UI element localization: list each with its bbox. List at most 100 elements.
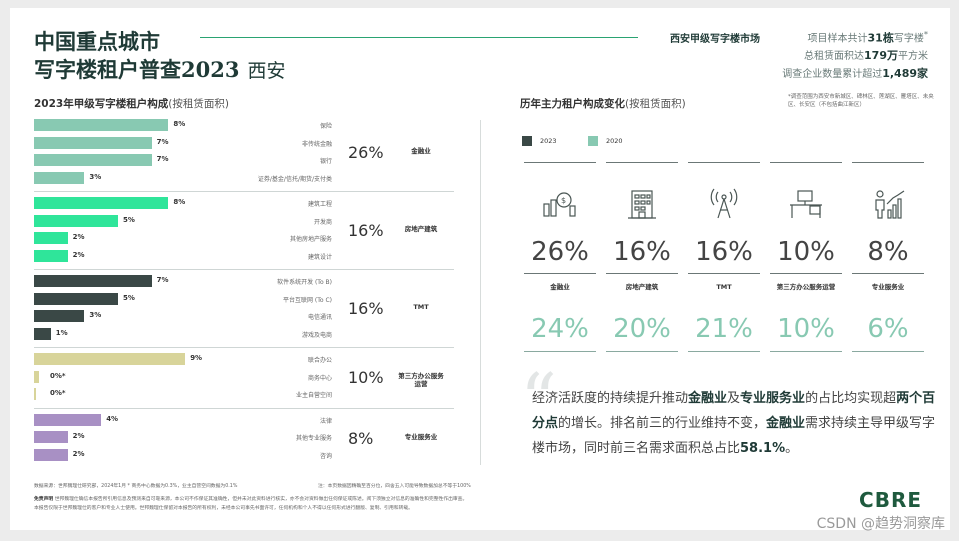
column-rule-bottom <box>770 351 842 352</box>
svg-text:$: $ <box>561 196 566 205</box>
bar-value-label: 2% <box>72 250 85 259</box>
title-rule <box>200 37 638 38</box>
legend-2023: 2023 <box>522 136 557 146</box>
column-rule <box>524 162 596 163</box>
column-rule <box>688 162 760 163</box>
bar-sublabel: 业主自营空间 <box>295 392 332 399</box>
bar-3-2 <box>34 388 36 400</box>
bar-value-label: 4% <box>106 414 119 423</box>
column-rule-bottom <box>688 351 760 352</box>
commentary-p2: 及 <box>727 391 741 406</box>
stat-total-area: 总租赁面积达179万平方米 <box>804 47 928 63</box>
bar-sublabel: 证券/基金/信托/期货/支付类 <box>257 175 332 183</box>
bar-2-0 <box>34 275 152 287</box>
stat3-pre: 调查企业数量累计超过 <box>782 69 883 80</box>
column-rule-bottom <box>606 351 678 352</box>
right-section-title: 历年主力租户构成变化(按租赁面积) <box>520 96 686 111</box>
market-label: 西安甲级写字楼市场 <box>670 34 760 45</box>
bar-1-2 <box>34 232 68 244</box>
group-separator <box>34 269 454 270</box>
bar-value-label: 5% <box>123 293 135 302</box>
bar-sublabel: 非传统金融 <box>301 140 332 148</box>
bar-4-1 <box>34 431 68 443</box>
commentary-p3: 的占比均实现超 <box>805 391 897 406</box>
commentary-p1: 经济活跃度的持续提升推动 <box>532 391 689 406</box>
commentary-p6: 。 <box>785 441 799 456</box>
section-divider <box>480 120 481 465</box>
commentary-text: 经济活跃度的持续提升推动金融业及专业服务业的占比均实现超两个百分点的增长。排名前… <box>532 386 937 461</box>
bar-sublabel: 其他专业服务 <box>295 435 332 442</box>
group-name: 房地产建筑 <box>404 225 438 233</box>
stat1-pre: 项目样本共计 <box>807 33 868 45</box>
left-section-title: 2023年甲级写字楼租户构成(按租赁面积) <box>34 96 229 111</box>
commentary-p4: 的增长。排名前三的行业维持不变， <box>558 416 767 431</box>
bar-2-3 <box>34 327 51 340</box>
legend-label-2020: 2020 <box>606 137 623 145</box>
stat2-value: 179万 <box>864 49 898 62</box>
bar-value-label: 3% <box>89 172 102 181</box>
bar-2-1 <box>34 292 118 305</box>
legend-swatch-2020 <box>588 136 598 146</box>
stat2-pre: 总租赁面积达 <box>804 51 865 62</box>
bar-sublabel: 保险 <box>319 123 332 130</box>
bar-sublabel: 法律 <box>319 417 332 425</box>
group-separator <box>34 347 454 348</box>
disclaimer-label: 免责声明 <box>34 497 54 502</box>
footer-rights: 本报告仅限于世邦魏理仕的客户和专业人士使用。世邦魏理仕保留对本报告的所有权利，未… <box>34 506 413 511</box>
bar-value-label: 9% <box>190 354 203 362</box>
bar-4-2 <box>34 448 68 461</box>
value-2023: 8% <box>867 237 909 267</box>
bar-1-1 <box>34 214 118 227</box>
commentary-b4: 金融业 <box>766 416 806 431</box>
stat1-post: 写字楼 <box>893 33 924 45</box>
group-name: 第三方办公服务运营 <box>398 372 444 389</box>
bar-0-0 <box>34 119 169 131</box>
bar-value-label: 8% <box>173 198 186 206</box>
bar-sublabel: 建筑设计 <box>307 253 332 261</box>
group-name: 金融业 <box>411 147 431 155</box>
value-2023: 10% <box>777 237 835 267</box>
disclaimer-text: 世邦魏理仕确信本报告所引用信息及预测来自可靠来源，本公司不作保证其准确性，但并未… <box>54 497 468 502</box>
bar-value-label: 2% <box>72 233 85 241</box>
stat-enterprise-count: 调查企业数量累计超过1,489家 <box>782 65 928 81</box>
bar-1-3 <box>34 249 68 262</box>
page-title-city: 西安 <box>247 60 286 82</box>
category-label: 专业服务业 <box>871 283 905 291</box>
tenant-composition-bar-chart: 8% 保险 7% 非传统金融 7% 银行 3% 证券/基金/信托/期货/支付类 26% 金融业 8%… <box>34 116 454 476</box>
stat3-value: 1,489家 <box>882 67 928 80</box>
group-total: 8% <box>348 428 374 448</box>
group-separator <box>34 407 454 409</box>
stat1-footnote-mark: * <box>923 29 928 39</box>
bar-sublabel: 建筑工程 <box>307 201 332 208</box>
legend-2020: 2020 <box>588 136 623 146</box>
value-2020: 10% <box>777 314 835 344</box>
bar-1-0 <box>34 197 169 209</box>
value-2023: 16% <box>613 237 671 267</box>
building-icon <box>622 188 662 220</box>
legend-swatch-2023 <box>522 136 532 146</box>
value-2023: 16% <box>695 237 753 267</box>
commentary-b1: 金融业 <box>688 391 728 406</box>
bar-sublabel: 电信通讯 <box>307 314 332 321</box>
value-2023: 26% <box>531 237 589 267</box>
stat1-value: 31栋 <box>867 31 894 45</box>
footer-disclaimer: 免责声明 世邦魏理仕确信本报告所引用信息及预测来自可靠来源，本公司不作保证其准确… <box>34 495 467 502</box>
value-2020: 21% <box>695 314 753 344</box>
bar-value-label: 1% <box>55 328 68 337</box>
bar-0-2 <box>34 154 152 166</box>
category-label: 金融业 <box>550 283 570 291</box>
bar-sublabel: 银行 <box>319 158 332 165</box>
column-rule <box>606 273 678 274</box>
column-rule <box>852 162 924 163</box>
commentary-b5: 58.1% <box>740 441 786 456</box>
bar-value-label: 7% <box>156 137 169 146</box>
tower-icon <box>704 188 744 220</box>
bar-value-label: 0%* <box>50 371 66 380</box>
scope-note: *调查范围为西安市新城区、碑林区、莲湖区、雁塔区、未央区、长安区（不包括曲江新区… <box>788 94 934 108</box>
bar-sublabel: 咨询 <box>319 452 332 460</box>
value-2020: 24% <box>531 314 589 344</box>
bar-sublabel: 游戏及电商 <box>301 331 332 339</box>
category-label: TMT <box>716 283 732 291</box>
cbre-logo: CBRE <box>859 488 922 512</box>
group-name: TMT <box>413 303 429 311</box>
